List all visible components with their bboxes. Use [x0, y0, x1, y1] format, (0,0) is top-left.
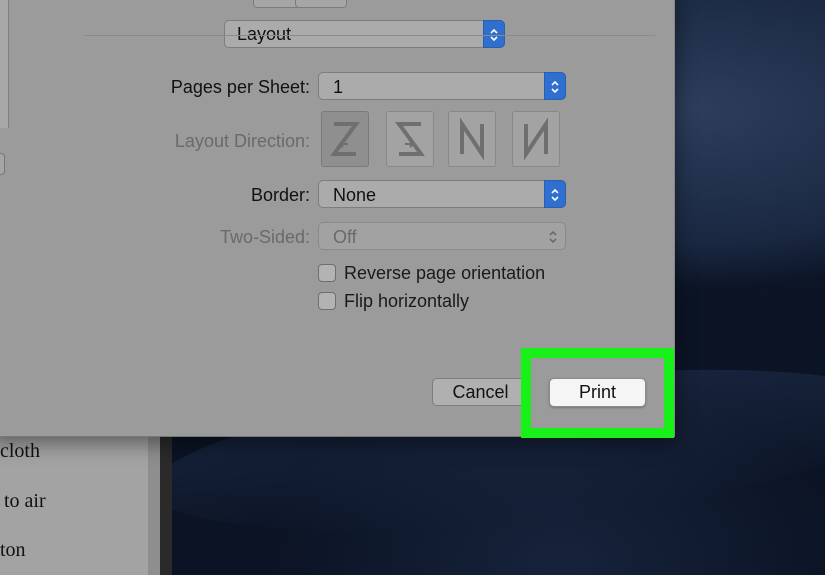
document-text-line: to air [4, 490, 46, 512]
reverse-orientation-checkbox[interactable] [318, 264, 336, 282]
pages-per-sheet-value: 1 [333, 77, 344, 97]
layout-direction-n-reverse-icon[interactable] [448, 111, 496, 167]
document-text-line: ton [0, 539, 26, 561]
flip-horizontally-checkbox[interactable] [318, 292, 336, 310]
border-label: Border: [250, 185, 310, 205]
pages-per-sheet-select[interactable]: 1 [318, 72, 566, 100]
select-stepper-icon [543, 223, 565, 249]
cancel-button[interactable]: Cancel [432, 378, 529, 406]
layout-direction-label: Layout Direction: [174, 131, 310, 151]
document-page: cloth to air ton [0, 430, 148, 575]
border-select[interactable]: None [318, 180, 566, 208]
select-stepper-icon [483, 20, 505, 48]
dialog-divider [85, 35, 655, 36]
two-sided-value: Off [333, 227, 357, 247]
reverse-orientation-label: Reverse page orientation [344, 263, 546, 283]
print-preview-edge [0, 0, 9, 128]
print-button[interactable]: Print [549, 378, 646, 407]
section-select[interactable]: Layout [224, 20, 505, 48]
document-text-line: cloth [0, 440, 40, 462]
layout-direction-n-icon[interactable] [512, 111, 560, 167]
layout-direction-z-icon[interactable] [321, 111, 369, 167]
select-stepper-icon [544, 72, 566, 100]
two-sided-label: Two-Sided: [219, 227, 310, 247]
preview-control[interactable] [0, 153, 5, 175]
top-control-button[interactable] [295, 0, 347, 8]
pages-per-sheet-label: Pages per Sheet: [170, 77, 310, 97]
layout-direction-s-icon[interactable] [386, 111, 434, 167]
flip-horizontally-label: Flip horizontally [344, 291, 470, 311]
border-value: None [333, 185, 377, 205]
select-stepper-icon [544, 180, 566, 208]
two-sided-select[interactable]: Off [318, 222, 566, 250]
